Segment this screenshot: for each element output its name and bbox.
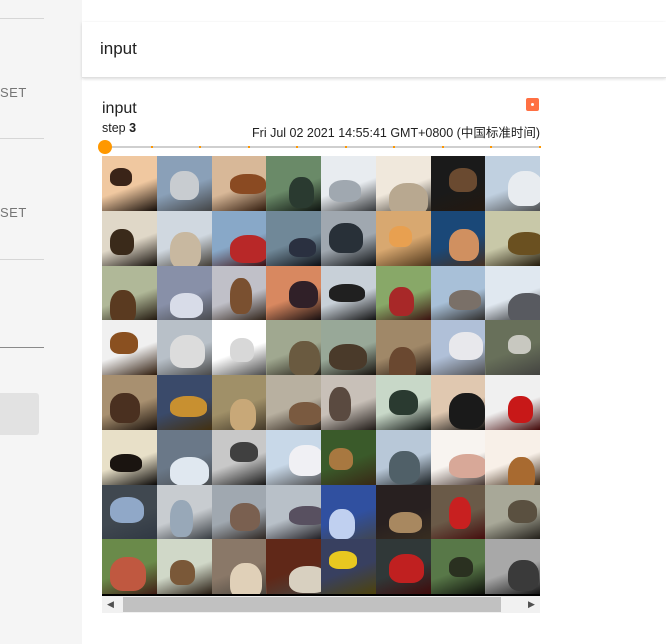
grid-thumbnail [321, 375, 376, 430]
grid-thumbnail [431, 211, 486, 266]
slider-tick [539, 146, 541, 148]
grid-thumbnail [266, 485, 321, 540]
grid-thumbnail [321, 485, 376, 540]
grid-thumbnail [485, 266, 540, 321]
grid-thumbnail [157, 320, 212, 375]
grid-thumbnail [321, 430, 376, 485]
grid-thumbnail [212, 320, 267, 375]
grid-thumbnail [431, 320, 486, 375]
grid-thumbnail [157, 156, 212, 211]
grid-thumbnail [376, 211, 431, 266]
slider-tick [151, 146, 153, 148]
step-indicator: step 3 [102, 121, 136, 135]
grid-thumbnail [376, 430, 431, 485]
grid-thumbnail [431, 430, 486, 485]
grid-thumbnail [266, 320, 321, 375]
grid-thumbnail [157, 430, 212, 485]
grid-thumbnail [485, 320, 540, 375]
grid-thumbnail [376, 375, 431, 430]
grid-thumbnail [376, 156, 431, 211]
grid-thumbnail [157, 375, 212, 430]
step-value: 3 [129, 121, 137, 135]
grid-thumbnail [212, 266, 267, 321]
grid-thumbnail [266, 539, 321, 594]
timestamp: Fri Jul 02 2021 14:55:41 GMT+0800 (中国标准时… [252, 126, 540, 140]
slider-thumb[interactable] [98, 140, 112, 154]
grid-thumbnail [485, 156, 540, 211]
sidebar-divider [0, 259, 44, 260]
grid-thumbnail [485, 430, 540, 485]
grid-thumbnail [157, 485, 212, 540]
grid-thumbnail [431, 485, 486, 540]
grid-thumbnail [321, 539, 376, 594]
sidebar-label-reset-1[interactable]: SET [0, 85, 27, 100]
scroll-right-arrow-icon[interactable]: ▶ [523, 596, 540, 613]
grid-thumbnail [212, 539, 267, 594]
grid-thumbnail [485, 539, 540, 594]
grid-thumbnail [376, 266, 431, 321]
grid-thumbnail [485, 375, 540, 430]
step-label: step [102, 121, 126, 135]
grid-thumbnail [157, 211, 212, 266]
grid-thumbnail [102, 211, 157, 266]
sidebar: SET SET [0, 0, 83, 644]
grid-thumbnail [212, 156, 267, 211]
step-slider[interactable] [98, 140, 541, 154]
sidebar-divider [0, 18, 44, 19]
grid-thumbnail [266, 266, 321, 321]
grid-thumbnail [266, 375, 321, 430]
grid-thumbnail [212, 211, 267, 266]
grid-thumbnail [102, 539, 157, 594]
scrollbar-thumb[interactable] [123, 597, 501, 612]
expand-icon[interactable] [526, 98, 539, 111]
grid-thumbnail [485, 485, 540, 540]
slider-tick [345, 146, 347, 148]
grid-thumbnail [321, 156, 376, 211]
grid-thumbnail [102, 375, 157, 430]
grid-thumbnail [266, 430, 321, 485]
grid-thumbnail [376, 320, 431, 375]
grid-thumbnail [431, 375, 486, 430]
grid-thumbnail [266, 211, 321, 266]
grid-thumbnail [376, 539, 431, 594]
grid-thumbnail [102, 430, 157, 485]
grid-thumbnail [321, 320, 376, 375]
grid-thumbnail [102, 485, 157, 540]
sidebar-button[interactable] [0, 393, 39, 435]
slider-track [102, 146, 540, 148]
card-title: input [102, 100, 137, 117]
grid-thumbnail [157, 266, 212, 321]
grid-thumbnail [485, 211, 540, 266]
grid-thumbnail [157, 539, 212, 594]
slider-tick [393, 146, 395, 148]
scroll-left-arrow-icon[interactable]: ◀ [102, 596, 119, 613]
grid-thumbnail [266, 156, 321, 211]
grid-thumbnail [431, 156, 486, 211]
image-grid [102, 156, 540, 596]
slider-tick [296, 146, 298, 148]
grid-thumbnail [212, 485, 267, 540]
slider-tick [490, 146, 492, 148]
horizontal-scrollbar[interactable]: ◀ ▶ [102, 596, 540, 613]
grid-thumbnail [102, 266, 157, 321]
slider-tick [199, 146, 201, 148]
grid-thumbnail [212, 375, 267, 430]
tag-group-title: input [100, 39, 137, 58]
grid-thumbnail [321, 266, 376, 321]
slider-tick [442, 146, 444, 148]
grid-thumbnail [321, 211, 376, 266]
grid-thumbnail [102, 320, 157, 375]
grid-thumbnail [102, 156, 157, 211]
sidebar-label-reset-2[interactable]: SET [0, 205, 27, 220]
slider-tick [248, 146, 250, 148]
image-card: input step 3 Fri Jul 02 2021 14:55:41 GM… [98, 96, 542, 616]
tag-group-header[interactable]: input [82, 22, 666, 78]
sidebar-input-field[interactable] [0, 347, 44, 348]
grid-thumbnail [376, 485, 431, 540]
grid-thumbnail [212, 430, 267, 485]
main-panel: input input step 3 Fri Jul 02 2021 14:55… [82, 0, 666, 644]
grid-thumbnail [431, 539, 486, 594]
sidebar-divider [0, 138, 44, 139]
grid-thumbnail [431, 266, 486, 321]
